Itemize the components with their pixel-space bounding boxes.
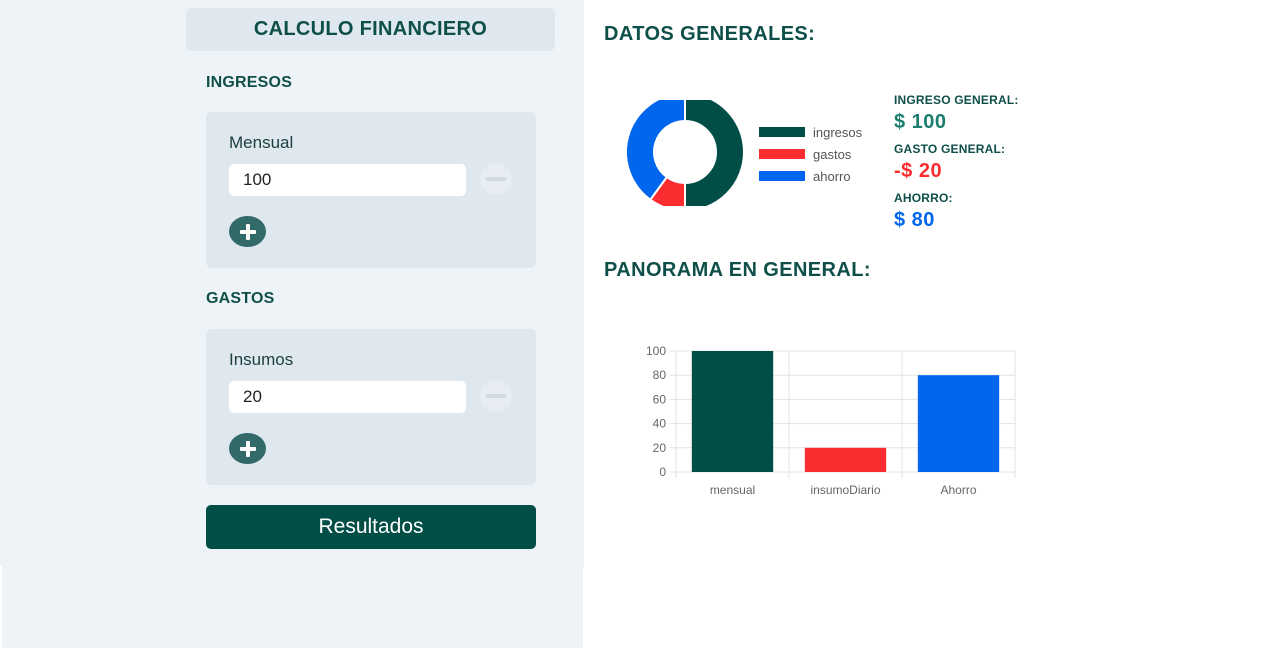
bar-chart: 0 20 40 60 80 100 mensual insumoDiario Ahorro (646, 344, 1016, 497)
donut-chart (625, 100, 745, 206)
legend-label: ingresos (813, 124, 863, 140)
y-tick-label: 100 (646, 344, 666, 358)
legend-swatch (759, 127, 805, 137)
form-panel-bottom (2, 566, 583, 648)
ingreso-general-value: $ 100 (894, 111, 947, 133)
gastos-card: Insumos (206, 329, 536, 485)
minus-icon (486, 177, 506, 181)
legend-label: ahorro (813, 168, 851, 184)
y-tick-label: 40 (653, 417, 667, 431)
x-tick-label: mensual (710, 483, 755, 497)
legend-swatch (759, 171, 805, 181)
bar-Ahorro (917, 375, 1000, 472)
gastos-section-label: GASTOS (206, 290, 275, 307)
ahorro-label: AHORRO: (894, 191, 953, 205)
legend-label: gastos (813, 146, 852, 162)
legend-item-ingresos: ingresos (759, 121, 862, 143)
gasto-general-value: -$ 20 (894, 160, 943, 182)
remove-gasto-button[interactable] (480, 380, 512, 412)
legend-item-gastos: gastos (759, 143, 862, 165)
y-tick-label: 20 (653, 441, 667, 455)
ingresos-card: Mensual (206, 112, 536, 268)
summary-panel: INGRESO GENERAL: $ 100 GASTO GENERAL: -$… (894, 93, 1019, 240)
panorama-heading: PANORAMA EN GENERAL: (604, 259, 871, 281)
results-button[interactable]: Resultados (206, 505, 536, 549)
plus-icon (239, 223, 256, 240)
ingresos-section-label: INGRESOS (206, 74, 293, 91)
ingreso-input[interactable] (229, 164, 466, 196)
donut-slice-ingresos (684, 100, 745, 206)
ingreso-general-label: INGRESO GENERAL: (894, 93, 1019, 107)
bar-insumoDiario (804, 447, 887, 472)
ingreso-field-label: Mensual (229, 133, 294, 152)
general-heading: DATOS GENERALES: (604, 23, 816, 45)
legend-item-ahorro: ahorro (759, 165, 862, 187)
gasto-input[interactable] (229, 381, 466, 413)
legend-swatch (759, 149, 805, 159)
bar-mensual (691, 351, 774, 472)
y-tick-label: 80 (653, 368, 667, 382)
y-tick-label: 60 (653, 392, 667, 406)
page-title: CALCULO FINANCIERO (186, 8, 555, 51)
donut-legend: ingresos gastos ahorro (759, 121, 862, 187)
ahorro-value: $ 80 (894, 209, 935, 231)
gasto-general-label: GASTO GENERAL: (894, 142, 1006, 156)
y-tick-label: 0 (659, 465, 666, 479)
plus-icon (239, 440, 256, 457)
gasto-field-label: Insumos (229, 350, 294, 369)
x-tick-label: insumoDiario (810, 483, 880, 497)
x-tick-label: Ahorro (940, 483, 976, 497)
add-ingreso-button[interactable] (229, 216, 266, 247)
remove-ingreso-button[interactable] (480, 163, 512, 195)
add-gasto-button[interactable] (229, 433, 266, 464)
minus-icon (486, 394, 506, 398)
